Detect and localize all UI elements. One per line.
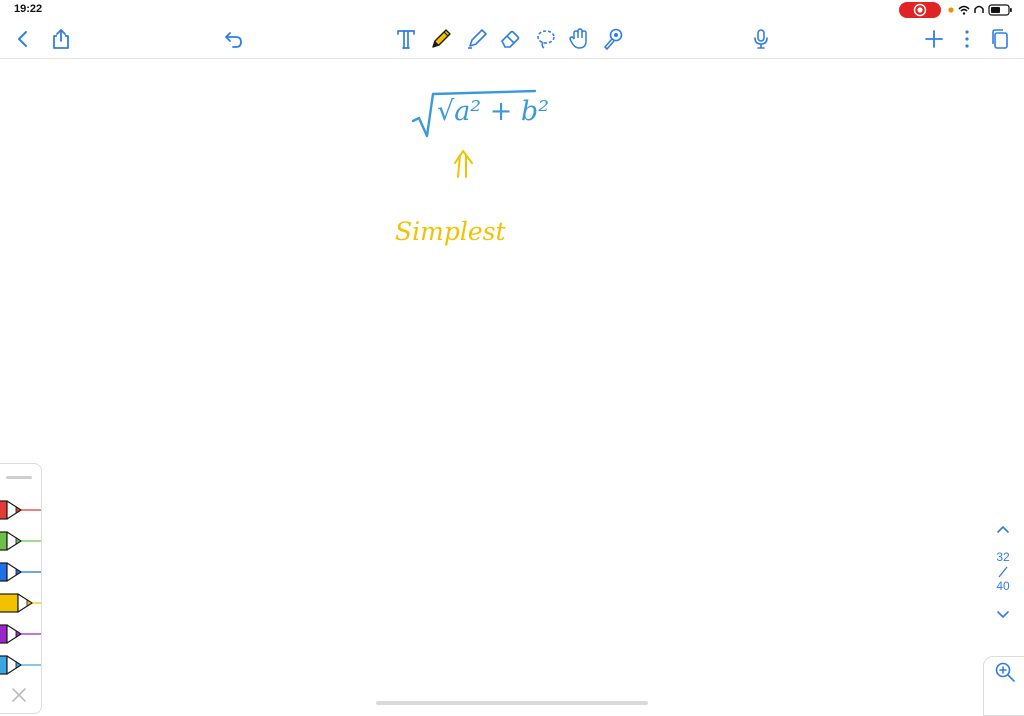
pen-light-blue-button[interactable] — [0, 654, 41, 676]
lasso-tool-icon[interactable] — [533, 26, 559, 52]
total-page-count: 40 — [996, 579, 1010, 593]
status-time: 19:22 — [14, 3, 43, 15]
current-page-number: 32 — [996, 550, 1010, 564]
laser-pointer-icon[interactable] — [600, 26, 626, 52]
next-page-icon[interactable] — [994, 608, 1012, 622]
previous-page-icon[interactable] — [994, 522, 1012, 536]
pages-icon[interactable] — [987, 26, 1013, 52]
pen-blue-icon — [0, 562, 41, 582]
formula-text: √a² + b² — [437, 96, 550, 127]
pen-green-button[interactable] — [0, 530, 41, 552]
screen-recording-indicator[interactable] — [899, 2, 941, 18]
note-canvas[interactable]: √a² + b² Simplest — [0, 59, 1024, 712]
pen-purple-button[interactable] — [0, 623, 41, 645]
headphones-icon — [974, 5, 984, 13]
close-palette-icon[interactable] — [10, 686, 28, 704]
pen-purple-icon — [0, 624, 41, 644]
pen-yellow-icon — [0, 593, 41, 613]
add-page-icon[interactable] — [921, 26, 947, 52]
up-arrow-stroke — [454, 150, 473, 178]
pen-red-icon — [0, 500, 41, 520]
pen-tool-icon[interactable] — [428, 26, 454, 52]
toolbar — [0, 20, 1024, 59]
pen-green-icon — [0, 531, 41, 551]
palette-drag-handle[interactable] — [6, 476, 32, 479]
mic-in-use-dot-icon — [948, 7, 954, 13]
pen-palette — [0, 463, 42, 714]
text-tool-icon[interactable] — [393, 26, 419, 52]
pen-blue-button[interactable] — [0, 561, 41, 583]
highlighter-tool-icon[interactable] — [464, 26, 490, 52]
pen-yellow-button[interactable] — [0, 592, 41, 614]
back-icon[interactable] — [10, 26, 36, 52]
record-icon — [913, 3, 927, 17]
share-icon[interactable] — [48, 26, 74, 52]
zoom-in-icon[interactable] — [994, 661, 1016, 683]
page-separator — [996, 565, 1010, 579]
microphone-icon[interactable] — [748, 26, 774, 52]
wifi-icon — [958, 5, 970, 10]
pen-red-button[interactable] — [0, 499, 41, 521]
undo-icon[interactable] — [221, 26, 247, 52]
eraser-tool-icon[interactable] — [498, 26, 524, 52]
note-simplest: Simplest — [395, 217, 506, 246]
zoom-panel — [983, 656, 1024, 716]
status-icons — [948, 4, 1012, 16]
handwriting-layer — [411, 89, 537, 178]
status-bar: 19:22 — [0, 0, 1024, 20]
home-indicator[interactable] — [376, 701, 648, 705]
more-icon[interactable] — [954, 26, 980, 52]
pen-light-blue-icon — [0, 655, 41, 675]
hand-tool-icon[interactable] — [566, 26, 592, 52]
page-navigator: 32 40 — [985, 518, 1021, 628]
